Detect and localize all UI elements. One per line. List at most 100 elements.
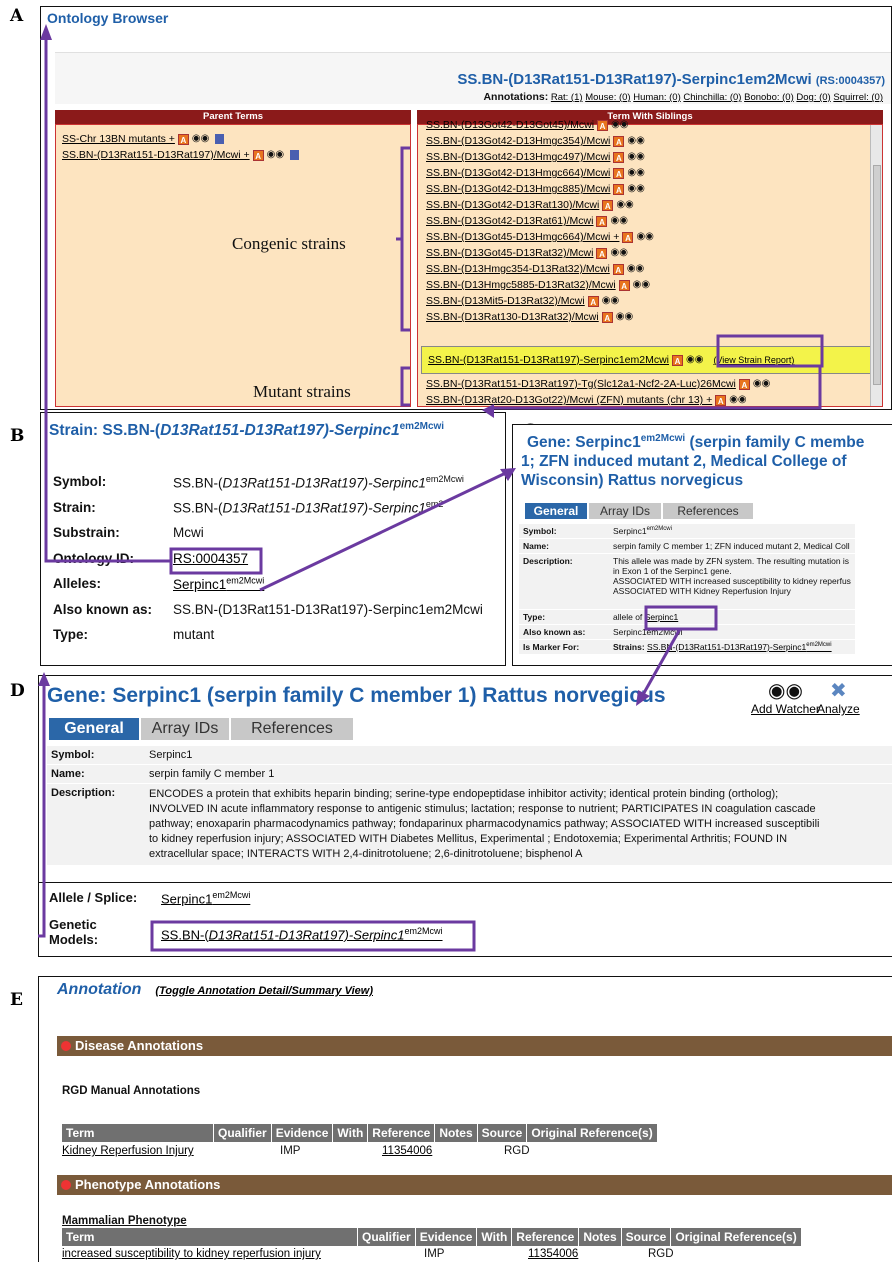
sibling-list: SS.BN-(D13Got42-D13Got45)/Mcwi A ◉◉ SS.BN-(… xyxy=(426,117,654,325)
annotation-icon[interactable]: A xyxy=(622,231,634,243)
binoculars-icon[interactable]: ◉◉ xyxy=(267,147,284,163)
sibling-term-row[interactable]: SS.BN-(D13Hmgc5885-D13Rat32)/Mcwi A ◉◉ xyxy=(426,277,654,293)
sibling-term-row[interactable]: SS.BN-(D13Hmgc354-D13Rat32)/Mcwi A ◉◉ xyxy=(426,261,654,277)
annotation-icon[interactable]: A xyxy=(618,279,630,291)
tools-icon: ✖ xyxy=(829,680,847,702)
parent-term-1[interactable]: SS-Chr 13BN mutants + A ◉◉ xyxy=(62,131,299,147)
annotation-mouse[interactable]: Mouse: (0) xyxy=(585,92,630,103)
sibling-term-row[interactable]: SS.BN-(D13Got42-D13Hmgc497)/Mcwi A ◉◉ xyxy=(426,149,654,165)
annotation-bonobo[interactable]: Bonobo: (0) xyxy=(744,92,794,103)
annotation-squirrel[interactable]: Squirrel: (0) xyxy=(833,92,883,103)
binoculars-icon[interactable]: ◉◉ xyxy=(633,277,650,293)
strain-row-symbol: Symbol: SS.BN-(D13Rat151-D13Rat197)-Serpi… xyxy=(53,473,464,491)
binoculars-icon[interactable]: ◉◉ xyxy=(636,229,653,245)
sibling-term-row[interactable]: SS.BN-(D13Got42-D13Hmgc354)/Mcwi A ◉◉ xyxy=(426,133,654,149)
sibling-term-row[interactable]: SS.BN-(D13Got42-D13Hmgc885)/Mcwi A ◉◉ xyxy=(426,181,654,197)
ontology-browser-title[interactable]: Ontology Browser xyxy=(47,10,168,26)
ontology-id-link[interactable]: RS:0004357 xyxy=(173,551,248,566)
binoculars-icon[interactable]: ◉◉ xyxy=(627,261,644,277)
add-watcher-button[interactable]: ◉◉ Add Watcher xyxy=(751,680,820,716)
annotation-icon[interactable]: A xyxy=(613,151,625,163)
sibling-term-row[interactable]: SS.BN-(D13Got42-D13Hmgc664)/Mcwi A ◉◉ xyxy=(426,165,654,181)
sibling-term-row[interactable]: SS.BN-(D13Got42-D13Rat130)/Mcwi A ◉◉ xyxy=(426,197,654,213)
reference-link[interactable]: 11354006 xyxy=(528,1246,578,1262)
annotation-icon[interactable]: A xyxy=(602,199,614,211)
mutant-row-2[interactable]: SS.BN-(D13Rat20-D13Got22)/Mcwi (ZFN) mut… xyxy=(426,392,770,408)
annotation-icon[interactable]: A xyxy=(587,295,599,307)
gene-title: Gene: Serpinc1 (serpin family C member 1… xyxy=(47,684,666,707)
binoculars-icon[interactable]: ◉◉ xyxy=(602,293,619,309)
binoculars-icon[interactable]: ◉◉ xyxy=(616,309,633,325)
view-strain-report-link[interactable]: (View Strain Report) xyxy=(713,352,794,368)
annotation-icon[interactable]: A xyxy=(672,354,684,366)
annotation-icon[interactable]: A xyxy=(252,149,264,161)
annotation-icon[interactable]: A xyxy=(596,247,608,259)
annotation-rat[interactable]: Rat: (1) xyxy=(551,92,583,103)
tab-array-ids[interactable]: Array IDs xyxy=(589,503,663,519)
binoculars-icon[interactable]: ◉◉ xyxy=(610,213,627,229)
binoculars-icon[interactable]: ◉◉ xyxy=(627,133,644,149)
binoculars-icon[interactable]: ◉◉ xyxy=(753,376,770,392)
binoculars-icon[interactable]: ◉◉ xyxy=(686,352,703,368)
analyze-button[interactable]: ✖ Analyze xyxy=(817,680,860,716)
collapse-icon[interactable] xyxy=(61,1180,71,1190)
sibling-term-row[interactable]: SS.BN-(D13Got42-D13Got45)/Mcwi A ◉◉ xyxy=(426,117,654,133)
binoculars-icon[interactable]: ◉◉ xyxy=(627,165,644,181)
sibling-term-row[interactable]: SS.BN-(D13Got45-D13Rat32)/Mcwi A ◉◉ xyxy=(426,245,654,261)
parent-term-2[interactable]: SS.BN-(D13Rat151-D13Rat197)/Mcwi + A ◉◉ xyxy=(62,147,300,163)
disease-annotations-bar[interactable]: Disease Annotations xyxy=(57,1036,892,1056)
sibling-term-row[interactable]: SS.BN-(D13Got42-D13Rat61)/Mcwi A ◉◉ xyxy=(426,213,654,229)
sibling-term-row[interactable]: SS.BN-(D13Rat130-D13Rat32)/Mcwi A ◉◉ xyxy=(426,309,654,325)
allele-link[interactable]: Serpinc1em2Mcwi xyxy=(173,576,264,593)
strain-marker-link[interactable]: SS.BN-(D13Rat151-D13Rat197)-Serpinc1em2M… xyxy=(647,642,832,652)
siblings-scrollbar[interactable] xyxy=(870,125,882,406)
reference-link[interactable]: 11354006 xyxy=(382,1143,432,1159)
phenotype-term-link[interactable]: increased susceptibility to kidney reper… xyxy=(62,1246,321,1262)
sibling-term-row[interactable]: SS.BN-(D13Got45-D13Hmgc664)/Mcwi + A ◉◉ xyxy=(426,229,654,245)
binoculars-icon[interactable]: ◉◉ xyxy=(610,245,627,261)
info-icon[interactable] xyxy=(290,150,300,160)
mutant-row-1[interactable]: SS.BN-(D13Rat151-D13Rat197)-Tg(Slc12a1-N… xyxy=(426,376,770,392)
annotation-icon[interactable]: A xyxy=(597,119,609,131)
strain-row-aka: Also known as: SS.BN-(D13Rat151-D13Rat197… xyxy=(53,601,483,617)
phenotype-annotations-bar[interactable]: Phenotype Annotations xyxy=(57,1175,892,1195)
allele-details-table: Symbol: Serpinc1em2Mcwi Name: serpin famil… xyxy=(519,524,855,655)
annotation-icon[interactable]: A xyxy=(177,133,189,145)
selected-term-link[interactable]: SS.BN-(D13Rat151-D13Rat197)-Serpinc1em2M… xyxy=(428,352,669,368)
annotation-icon[interactable]: A xyxy=(613,167,625,179)
annotation-icon[interactable]: A xyxy=(715,394,727,406)
gene-tabs: General Array IDs References xyxy=(49,718,355,740)
annotation-icon[interactable]: A xyxy=(738,378,750,390)
annotation-human[interactable]: Human: (0) xyxy=(633,92,681,103)
annotation-icon[interactable]: A xyxy=(601,311,613,323)
annotation-icon[interactable]: A xyxy=(612,263,624,275)
binoculars-icon[interactable]: ◉◉ xyxy=(729,392,746,408)
annotation-icon[interactable]: A xyxy=(596,215,608,227)
annotation-icon[interactable]: A xyxy=(613,135,625,147)
allele-splice-label: Allele / Splice: xyxy=(49,890,138,905)
binoculars-icon[interactable]: ◉◉ xyxy=(616,197,633,213)
collapse-icon[interactable] xyxy=(61,1041,71,1051)
binoculars-icon[interactable]: ◉◉ xyxy=(627,181,644,197)
binoculars-icon[interactable]: ◉◉ xyxy=(192,131,209,147)
genetic-model-link[interactable]: SS.BN-(D13Rat151-D13Rat197)-Serpinc1em2M… xyxy=(161,926,443,942)
toggle-annotation-link[interactable]: (Toggle Annotation Detail/Summary View) xyxy=(155,985,373,997)
tab-array-ids[interactable]: Array IDs xyxy=(141,718,231,740)
allele-splice-link[interactable]: Serpinc1em2Mcwi xyxy=(161,890,250,906)
tab-references[interactable]: References xyxy=(663,503,755,519)
disease-term-link[interactable]: Kidney Reperfusion Injury xyxy=(62,1143,194,1159)
tab-general[interactable]: General xyxy=(525,503,589,519)
annotation-title: Annotation (Toggle Annotation Detail/Summ… xyxy=(57,981,373,998)
annotation-icon[interactable]: A xyxy=(613,183,625,195)
annotation-dog[interactable]: Dog: (0) xyxy=(796,92,830,103)
tab-references[interactable]: References xyxy=(231,718,355,740)
sibling-term-row[interactable]: SS.BN-(D13Mit5-D13Rat32)/Mcwi A ◉◉ xyxy=(426,293,654,309)
rgd-manual-heading: RGD Manual Annotations xyxy=(62,1085,201,1097)
binoculars-icon[interactable]: ◉◉ xyxy=(611,117,628,133)
tab-general[interactable]: General xyxy=(49,718,141,740)
binoculars-icon[interactable]: ◉◉ xyxy=(627,149,644,165)
gene-link-serpinc1[interactable]: Serpinc1 xyxy=(645,612,679,622)
gene-report-panel: Gene: Serpinc1 (serpin family C member 1… xyxy=(38,675,892,957)
annotation-chinchilla[interactable]: Chinchilla: (0) xyxy=(683,92,741,103)
info-icon[interactable] xyxy=(215,134,225,144)
